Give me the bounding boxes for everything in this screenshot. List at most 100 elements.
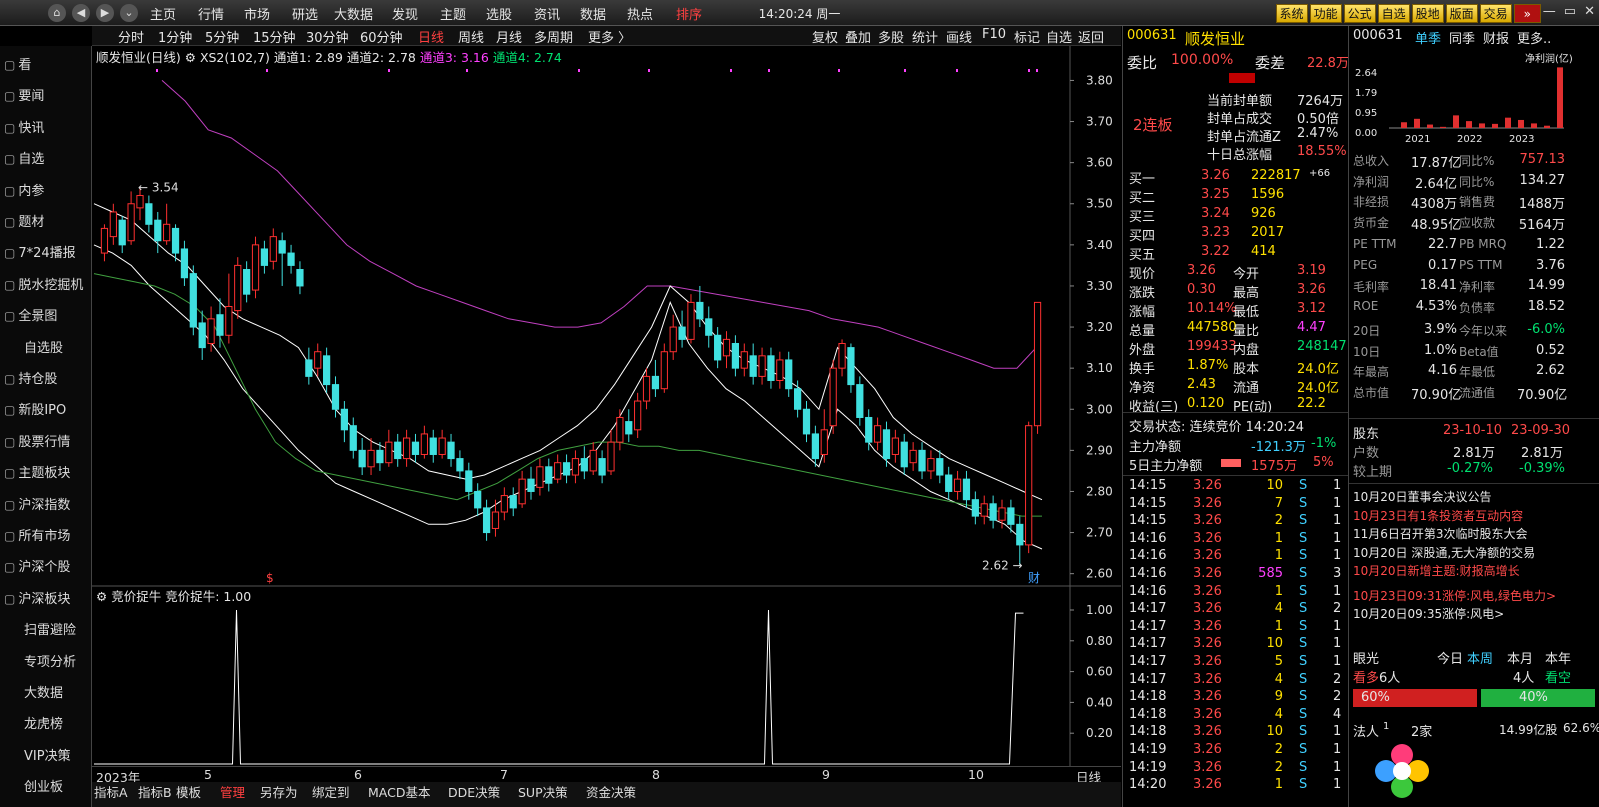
settings-icon[interactable]: ⚙ bbox=[96, 589, 111, 604]
fin-tab-3[interactable]: 更多.. bbox=[1517, 28, 1551, 47]
indicator-tab-5[interactable]: 绑定到 bbox=[312, 782, 350, 801]
menu-6[interactable]: 主题 bbox=[440, 4, 466, 23]
news-item[interactable]: 10月23日09:31涨停:风电,绿色电力> bbox=[1353, 587, 1556, 604]
forward-icon[interactable]: ▶ bbox=[96, 4, 114, 22]
back-icon[interactable]: ◀ bbox=[72, 4, 90, 22]
sidebar-item-12[interactable]: ▢ 股票行情 bbox=[4, 431, 70, 450]
sidebar-item-20[interactable]: 大数据 bbox=[24, 682, 63, 701]
news-item[interactable]: 10月20日09:35涨停:风电> bbox=[1353, 605, 1504, 622]
home-icon[interactable]: ⌂ bbox=[48, 4, 66, 22]
menu-10[interactable]: 热点 bbox=[627, 4, 653, 23]
tool-button-0[interactable]: 系统 bbox=[1275, 4, 1308, 23]
sidebar-item-1[interactable]: ▢ 要闻 bbox=[4, 85, 44, 104]
chart-tool-2[interactable]: 多股 bbox=[878, 27, 904, 46]
sidebar-item-23[interactable]: 创业板 bbox=[24, 776, 63, 795]
sidebar-item-7[interactable]: ▢ 脱水挖掘机 bbox=[4, 274, 83, 293]
sub-y-tick-label: 1.00 bbox=[1086, 603, 1113, 617]
menu-5[interactable]: 发现 bbox=[392, 4, 418, 23]
sidebar-item-2[interactable]: ▢ 快讯 bbox=[4, 117, 44, 136]
sidebar-item-3[interactable]: ▢ 自选 bbox=[4, 148, 44, 167]
dropdown-icon[interactable]: ⌄ bbox=[120, 4, 138, 22]
indicator-tab-7[interactable]: DDE决策 bbox=[448, 782, 500, 801]
period-tab-8[interactable]: 月线 bbox=[496, 27, 522, 46]
sidebar-item-21[interactable]: 龙虎榜 bbox=[24, 713, 63, 732]
sidebar-item-17[interactable]: ▢ 沪深板块 bbox=[4, 588, 70, 607]
chart-tool-7[interactable]: 自选 bbox=[1046, 27, 1072, 46]
menu-3[interactable]: 研选 bbox=[292, 4, 318, 23]
indicator-tab-3[interactable]: 管理 bbox=[220, 782, 245, 801]
menu-2[interactable]: 市场 bbox=[244, 4, 270, 23]
period-tab-9[interactable]: 多周期 bbox=[534, 27, 573, 46]
fin-tab-0[interactable]: 单季 bbox=[1415, 28, 1441, 47]
sidebar-item-18[interactable]: 扫雷避险 bbox=[24, 619, 76, 638]
news-item[interactable]: 10月20日新增主题:财报高增长 bbox=[1353, 562, 1520, 579]
news-item[interactable]: 11月6日召开第3次临时股东大会 bbox=[1353, 525, 1528, 542]
period-tab-0[interactable]: 分时 bbox=[118, 27, 144, 46]
finance-marker[interactable]: 财 bbox=[1028, 571, 1040, 585]
eyes-week[interactable]: 本周 bbox=[1467, 648, 1493, 667]
tool-button-4[interactable]: 股地 bbox=[1411, 4, 1444, 23]
menu-8[interactable]: 资讯 bbox=[534, 4, 560, 23]
menu-0[interactable]: 主页 bbox=[150, 4, 176, 23]
menu-11[interactable]: 排序 bbox=[676, 4, 702, 23]
close-icon[interactable]: ✕ bbox=[1584, 4, 1595, 19]
indicator-tab-4[interactable]: 另存为 bbox=[260, 782, 298, 801]
menu-9[interactable]: 数据 bbox=[580, 4, 606, 23]
menu-7[interactable]: 选股 bbox=[486, 4, 512, 23]
indicator-tab-1[interactable]: 指标B bbox=[138, 782, 172, 801]
fin-tab-2[interactable]: 财报 bbox=[1483, 28, 1509, 47]
news-item[interactable]: 10月20日 深股通,无大净额的交易 bbox=[1353, 544, 1535, 561]
news-item[interactable]: 10月23日有1条投资者互动内容 bbox=[1353, 507, 1523, 524]
sidebar-item-14[interactable]: ▢ 沪深指数 bbox=[4, 494, 70, 513]
tool-button-1[interactable]: 功能 bbox=[1309, 4, 1342, 23]
period-tab-5[interactable]: 60分钟 bbox=[360, 27, 403, 46]
more-tools-button[interactable]: » bbox=[1513, 4, 1541, 23]
sidebar-item-4[interactable]: ▢ 内参 bbox=[4, 180, 44, 199]
period-tab-2[interactable]: 5分钟 bbox=[205, 27, 239, 46]
indicator-tab-2[interactable]: 模板 bbox=[176, 782, 201, 801]
sidebar-item-19[interactable]: 专项分析 bbox=[24, 651, 76, 670]
indicator-tab-0[interactable]: 指标A bbox=[94, 782, 128, 801]
news-item[interactable]: 10月20日董事会决议公告 bbox=[1353, 488, 1492, 505]
tool-button-2[interactable]: 公式 bbox=[1343, 4, 1376, 23]
chart-tool-1[interactable]: 叠加 bbox=[845, 27, 871, 46]
chart-tool-3[interactable]: 统计 bbox=[912, 27, 938, 46]
holder-date2: 23-09-30 bbox=[1511, 423, 1571, 438]
chart-tool-4[interactable]: 画线 bbox=[946, 27, 972, 46]
sidebar-item-0[interactable]: ▢ 看 bbox=[4, 54, 31, 73]
sidebar-item-22[interactable]: VIP决策 bbox=[24, 745, 71, 764]
sidebar-item-9[interactable]: 自选股 bbox=[24, 337, 63, 356]
indicator-tab-9[interactable]: 资金决策 bbox=[586, 782, 636, 801]
chart-tool-8[interactable]: 返回 bbox=[1078, 27, 1104, 46]
sidebar-item-16[interactable]: ▢ 沪深个股 bbox=[4, 556, 70, 575]
maximize-icon[interactable]: ▭ bbox=[1564, 4, 1576, 19]
period-tab-4[interactable]: 30分钟 bbox=[306, 27, 349, 46]
tool-button-5[interactable]: 版面 bbox=[1445, 4, 1478, 23]
event-marker[interactable]: $ bbox=[266, 571, 274, 585]
period-tab-1[interactable]: 1分钟 bbox=[158, 27, 192, 46]
sidebar-item-11[interactable]: ▢ 新股IPO bbox=[4, 399, 66, 418]
period-tab-6[interactable]: 日线 bbox=[418, 27, 444, 46]
menu-1[interactable]: 行情 bbox=[198, 4, 224, 23]
tool-button-6[interactable]: 交易 bbox=[1479, 4, 1512, 23]
period-tab-10[interactable]: 更多 〉 bbox=[588, 27, 631, 46]
settings-icon[interactable]: ⚙ bbox=[185, 50, 200, 65]
indicator-tab-8[interactable]: SUP决策 bbox=[518, 782, 568, 801]
sidebar-item-15[interactable]: ▢ 所有市场 bbox=[4, 525, 70, 544]
sidebar-item-13[interactable]: ▢ 主题板块 bbox=[4, 462, 70, 481]
indicator-tab-6[interactable]: MACD基本 bbox=[368, 782, 430, 801]
chart-tool-6[interactable]: 标记 bbox=[1014, 27, 1040, 46]
period-tab-3[interactable]: 15分钟 bbox=[253, 27, 296, 46]
sidebar-item-6[interactable]: ▢ 7*24播报 bbox=[4, 242, 76, 261]
tool-button-3[interactable]: 自选 bbox=[1377, 4, 1410, 23]
menu-4[interactable]: 大数据 bbox=[334, 4, 373, 23]
chart-tool-5[interactable]: F10 bbox=[982, 27, 1006, 42]
fin-tab-1[interactable]: 同季 bbox=[1449, 28, 1475, 47]
sidebar-item-8[interactable]: ▢ 全景图 bbox=[4, 305, 57, 324]
kline-chart[interactable]: 3.80 3.70 3.60 3.50 3.40 3.30 3.20 3.10 3.00 2.90… bbox=[92, 46, 1121, 766]
sidebar-item-10[interactable]: ▢ 持仓股 bbox=[4, 368, 57, 387]
minimize-icon[interactable]: — bbox=[1543, 4, 1556, 19]
chart-tool-0[interactable]: 复权 bbox=[812, 27, 838, 46]
period-tab-7[interactable]: 周线 bbox=[458, 27, 484, 46]
sidebar-item-5[interactable]: ▢ 题材 bbox=[4, 211, 44, 230]
